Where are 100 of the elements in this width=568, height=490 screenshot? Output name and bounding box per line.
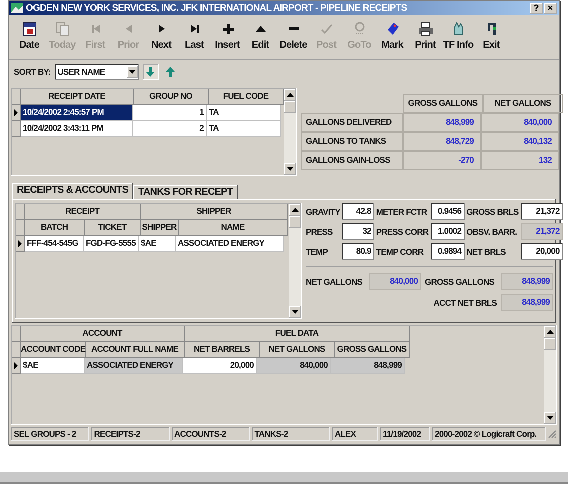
field-label: GROSS BRLS — [466, 206, 519, 216]
input-field[interactable]: 0.9894 — [430, 243, 465, 260]
table-cell: 10/24/2002 2:45:57 PM — [21, 105, 133, 121]
row-header: GALLONS DELIVERED — [301, 113, 403, 132]
up-arrow-icon — [286, 93, 294, 97]
column-header[interactable]: ACCOUNT CODE — [21, 342, 86, 358]
up-arrow-icon — [546, 330, 554, 334]
column-header[interactable]: FUEL CODE — [209, 89, 284, 105]
table-cell: ASSOCIATED ENERGY — [85, 358, 183, 374]
calendar-icon — [22, 21, 38, 37]
toolbar-button[interactable]: Last — [178, 19, 211, 57]
scroll-thumb[interactable] — [289, 216, 301, 228]
column-header[interactable]: GROSS GALLONS — [335, 342, 410, 358]
help-button[interactable]: ? — [530, 2, 543, 14]
table-cell: 132 — [481, 151, 559, 170]
table-cell: ASSOCIATED ENERGY — [176, 236, 284, 252]
sort-label: SORT BY: — [14, 67, 51, 77]
table-row[interactable]: 10/24/2002 2:45:57 PM 1 TA — [12, 105, 284, 121]
scroll-down-button[interactable] — [284, 163, 296, 175]
input-field[interactable]: 32 — [342, 223, 374, 240]
window-title: OGDEN NEW YORK SERVICES, INC. JFK INTERNATIONAL AIRPORT - PIPELINE RECEIPTS — [26, 2, 408, 14]
app-icon — [11, 3, 23, 13]
sort-descending-button[interactable] — [142, 64, 159, 80]
toolbar-button[interactable]: TF Info — [442, 19, 475, 57]
status-field: SEL GROUPS - 2 — [11, 427, 90, 441]
column-header[interactable]: TICKET — [85, 220, 141, 236]
table-cell: 840,000 — [257, 358, 331, 374]
input-field[interactable]: 20,000 — [520, 243, 563, 260]
column-group-header: FUEL DATA — [185, 326, 410, 342]
column-header[interactable]: GROUP NO — [134, 89, 209, 105]
column-header[interactable]: BATCH — [25, 220, 85, 236]
status-field: TANKS-2 — [252, 427, 330, 441]
toolbar-button[interactable]: Edit — [244, 19, 277, 57]
table-row[interactable]: $AE ASSOCIATED ENERGY 20,000 840,000 848,999 — [12, 358, 544, 374]
resize-grip-icon — [548, 430, 557, 438]
table-cell: 840,000 — [481, 113, 559, 132]
scroll-thumb[interactable] — [544, 338, 556, 350]
field-label: PRESS — [306, 226, 334, 236]
minus-icon — [288, 27, 300, 31]
tab[interactable]: RECEIPTS & ACCOUNTS — [12, 183, 134, 199]
scroll-up-button[interactable] — [284, 89, 296, 101]
input-field[interactable]: 848,999 — [501, 294, 553, 311]
status-field: ACCOUNTS-2 — [172, 427, 250, 441]
printer-icon — [418, 21, 434, 37]
column-header[interactable]: NAME — [179, 220, 288, 236]
down-arrow-icon — [286, 167, 294, 171]
toolbar-button[interactable]: Date — [13, 19, 46, 57]
table-cell: $AE — [139, 236, 176, 252]
scroll-up-button[interactable] — [289, 204, 301, 216]
scroll-thumb[interactable] — [284, 101, 296, 113]
field-label: METER FCTR — [376, 206, 428, 216]
table-row[interactable]: FFF-454-545G FGD-FG-5555 $AE ASSOCIATED ENERGY — [16, 236, 289, 252]
scrollbar[interactable] — [284, 89, 296, 175]
down-arrow-icon — [292, 310, 298, 314]
close-button[interactable]: × — [544, 2, 557, 14]
scrollbar[interactable] — [289, 204, 301, 318]
input-field[interactable]: 21,372 — [520, 203, 563, 220]
column-group-header: RECEIPT — [25, 204, 141, 220]
status-field: 2000-2002 © Logicraft Corp. — [432, 427, 546, 441]
toolbar-button[interactable]: Insert — [211, 19, 244, 57]
toolbar-button[interactable]: Exit — [475, 19, 508, 57]
column-header[interactable]: RECEIPT DATE — [21, 89, 134, 105]
column-header: GROSS GALLONS — [403, 94, 483, 113]
scroll-down-button[interactable] — [289, 306, 301, 318]
input-field[interactable]: 840,000 — [369, 273, 422, 290]
table-cell: TA — [207, 105, 281, 121]
column-header: NET GALLONS — [483, 94, 563, 113]
scroll-down-button[interactable] — [544, 412, 556, 424]
column-header[interactable]: ACCOUNT FULL NAME — [86, 342, 185, 358]
column-header[interactable]: NET GALLONS — [260, 342, 335, 358]
column-group-header: SHIPPER — [141, 204, 288, 220]
row-pointer-icon — [14, 108, 18, 116]
input-field[interactable]: 1.0002 — [430, 223, 465, 240]
input-field[interactable]: 80.9 — [342, 243, 374, 260]
scroll-up-button[interactable] — [544, 326, 556, 338]
input-field[interactable]: 42.8 — [342, 203, 374, 220]
table-cell: 2 — [133, 121, 207, 137]
column-header[interactable]: NET BARRELS — [185, 342, 260, 358]
toolbar-button[interactable]: Print — [409, 19, 442, 57]
table-cell: 848,999 — [403, 113, 481, 132]
input-field[interactable]: 21,372 — [520, 223, 563, 240]
tab[interactable]: TANKS FOR RECEPT — [133, 185, 238, 199]
column-header[interactable]: SHIPPER — [141, 220, 179, 236]
field-label: OBSV. BARR. — [466, 226, 518, 236]
input-field[interactable]: 848,999 — [501, 273, 553, 290]
up-arrow-icon — [166, 67, 176, 77]
sort-dropdown[interactable]: USER NAME — [54, 64, 139, 80]
down-arrow-icon — [146, 67, 156, 77]
table-row[interactable]: 10/24/2002 3:43:11 PM 2 TA — [12, 121, 284, 137]
field-label: NET BRLS — [466, 246, 507, 256]
toolbar-button[interactable]: Mark — [376, 19, 409, 57]
toolbar-button[interactable]: Next — [145, 19, 178, 57]
status-field: 11/19/2002 — [380, 427, 430, 441]
table-cell: 1 — [133, 105, 207, 121]
down-arrow-icon — [546, 416, 554, 420]
scrollbar[interactable] — [544, 326, 556, 424]
copy-icon — [54, 21, 70, 37]
row-header: GALLONS TO TANKS — [301, 132, 403, 151]
toolbar-button[interactable]: Delete — [277, 19, 310, 57]
input-field[interactable]: 0.9456 — [430, 203, 465, 220]
